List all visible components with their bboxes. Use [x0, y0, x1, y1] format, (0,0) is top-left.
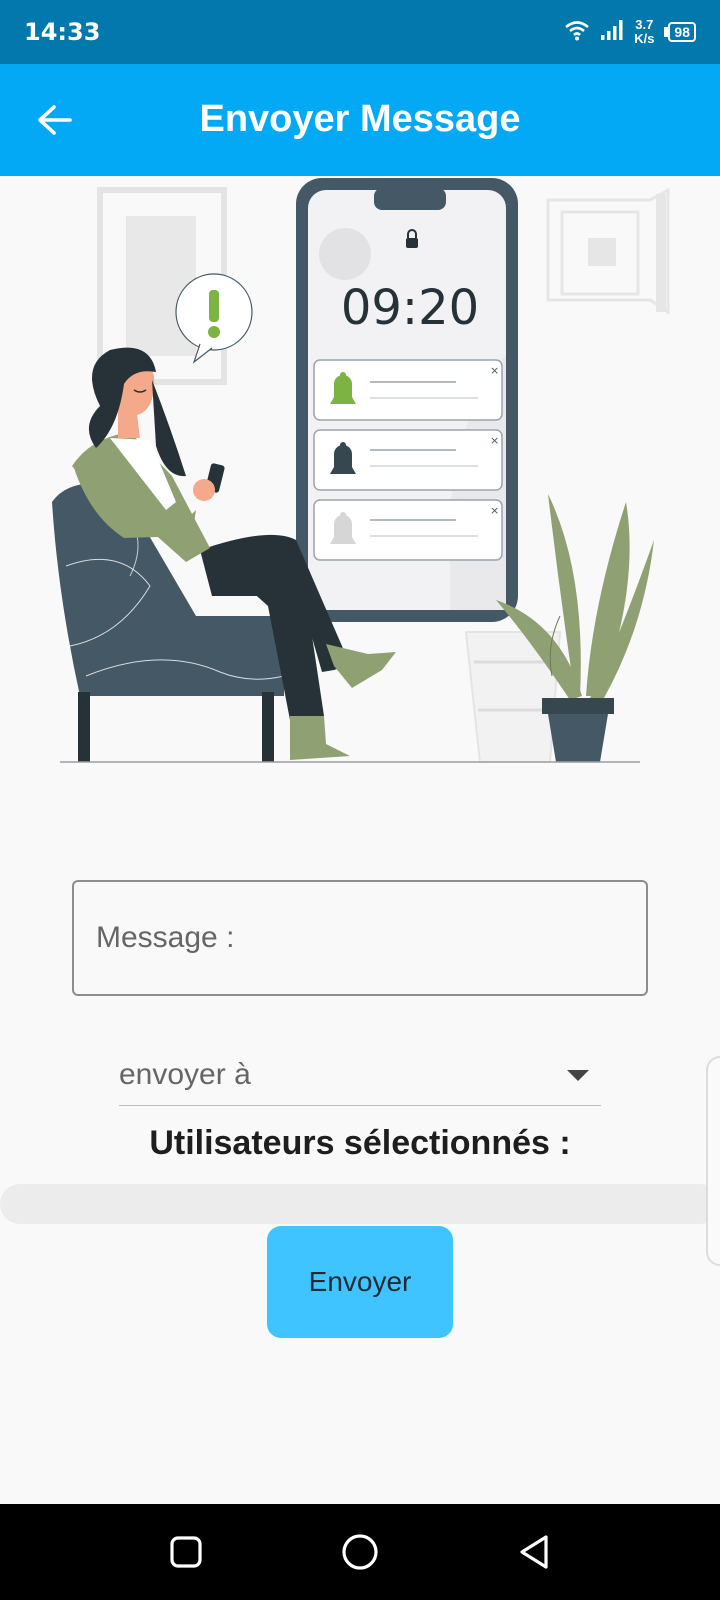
selected-users-title: Utilisateurs sélectionnés : — [149, 1124, 571, 1162]
network-speed-value: 3.7 — [635, 17, 654, 32]
svg-text:×: × — [490, 434, 499, 447]
message-field[interactable] — [72, 880, 648, 996]
status-time: 14:33 — [24, 18, 101, 46]
status-bar: 14:33 3.7 K/s 98 — [0, 0, 720, 64]
caret-down-icon — [567, 1070, 589, 1081]
triangle-back-icon — [520, 1535, 548, 1569]
recipient-dropdown[interactable]: envoyer à — [119, 1050, 601, 1106]
svg-text:×: × — [490, 364, 499, 377]
signal-icon — [600, 19, 624, 46]
wifi-icon — [564, 19, 590, 46]
battery-level: 98 — [668, 22, 696, 42]
notification-card: × — [313, 429, 503, 491]
square-icon — [170, 1536, 202, 1568]
home-button[interactable] — [332, 1524, 388, 1580]
status-icons: 3.7 K/s 98 — [564, 16, 696, 48]
illustration-clock: 09:20 — [341, 280, 479, 336]
system-nav-bar — [0, 1504, 720, 1600]
side-panel-handle[interactable] — [706, 1056, 720, 1266]
notification-card: × — [313, 359, 503, 421]
network-speed: 3.7 K/s — [634, 18, 654, 46]
page-title: Envoyer Message — [199, 98, 521, 140]
recipient-dropdown-label: envoyer à — [119, 1058, 251, 1091]
notification-card: × — [313, 499, 503, 561]
notification-illustration: 09:20 × × × — [52, 178, 670, 763]
selected-users-list[interactable] — [0, 1184, 720, 1224]
svg-text:×: × — [490, 504, 499, 517]
message-input[interactable] — [96, 882, 626, 994]
network-speed-unit: K/s — [634, 31, 655, 46]
send-button[interactable]: Envoyer — [267, 1226, 453, 1338]
wall-frame-right — [546, 187, 670, 315]
recent-apps-button[interactable] — [158, 1524, 214, 1580]
back-nav-button[interactable] — [506, 1524, 562, 1580]
battery-icon: 98 — [664, 22, 696, 42]
circle-icon — [342, 1534, 378, 1570]
app-bar: Envoyer Message — [0, 64, 720, 176]
